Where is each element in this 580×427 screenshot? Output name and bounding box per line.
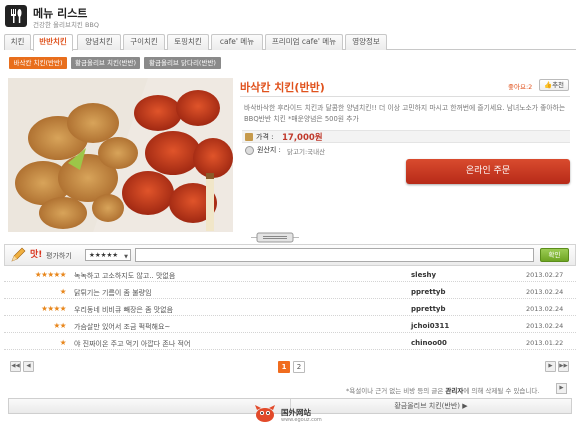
tab-chicken[interactable]: 치킨 [4,34,31,50]
review-input[interactable] [135,248,534,262]
review-date: 2013.02.24 [526,322,564,330]
notice-text-end: 에 의해 삭제될 수 있습니다. [463,387,540,395]
tab-topping[interactable]: 토핑치킨 [167,34,209,50]
tab-cafe[interactable]: cafe' 메뉴 [211,34,263,50]
double-right-arrow-icon[interactable]: ▶▶ [558,361,569,372]
tab-nutrition[interactable]: 영양정보 [345,34,387,50]
origin-value: 닭고기:국내산 [287,148,326,156]
star-rating: ★ [59,338,67,347]
like-count: 좋아요:2 [508,83,533,91]
review-user: pprettyb [411,305,446,313]
pencil-icon [10,247,26,263]
star-rating: ★★★★ [41,304,66,313]
review-text: 야 진짜이온 주고 먹기 아깝다 존나 적어 [74,340,191,348]
divider [240,96,570,97]
review-row: ★★★★ 우리동네 비비큐 빼장은 좀 맛없음 pprettyb 2013.02… [4,302,576,316]
review-row: ★ 야 진짜이온 주고 먹기 아깝다 존나 적어 chinoo00 2013.0… [4,336,576,350]
origin-icon [245,146,254,155]
review-row: ★★★★★ 녹녹하고 고소하지도 않고.. 맛없음 sleshy 2013.02… [4,268,576,282]
watermark-url: www.egouz.com [281,417,322,423]
prev-product-button[interactable] [9,399,291,413]
review-user: jchoi0311 [411,322,450,330]
left-arrow-icon[interactable]: ◀ [23,361,34,372]
resize-handle-icon[interactable] [251,232,299,244]
tab-seasoned[interactable]: 양념치킨 [77,34,121,50]
review-text: 가슴살만 있어서 조금 퍽퍽해요~ [74,323,171,331]
review-row: ★ 닭튀기는 기름이 좀 불량임 pprettyb 2013.02.24 [4,285,576,299]
recommend-label: 추천 [552,81,565,89]
review-date: 2013.02.24 [526,288,564,296]
subtab-golden-olive[interactable]: 황금올리브 치킨(반반) [71,57,140,69]
review-date: 2013.02.24 [526,305,564,313]
price-row: 가격 : 17,000원 [242,130,570,143]
star-rating: ★★★★★ [34,270,67,279]
star-rating: ★★ [53,321,67,330]
pagination: ◀◀ ◀ 1 2 ▶ ▶▶ [4,360,576,374]
subtab-golden-olive-drumstick[interactable]: 황금올리브 닭다리(반반) [144,57,221,69]
tab-grilled[interactable]: 구이치킨 [123,34,165,50]
fork-knife-icon [5,5,27,27]
review-text: 녹녹하고 고소하지도 않고.. 맛없음 [74,272,176,280]
watermark: 国外网站 www.egouz.com [253,404,325,426]
star-rating: ★ [59,287,67,296]
review-date: 2013.01.22 [526,339,564,347]
thumbs-up-icon: 👍 [543,81,553,89]
product-photo [8,78,233,232]
confirm-button[interactable]: 확인 [540,248,569,262]
menu-tabs: 치킨 반반치킨 양념치킨 구이치킨 토핑치킨 cafe' 메뉴 프리미엄 caf… [4,34,576,51]
watermark-logo-icon [255,405,275,422]
double-left-arrow-icon[interactable]: ◀◀ [10,361,21,372]
review-user: chinoo00 [411,339,447,347]
review-text: 우리동네 비비큐 빼장은 좀 맛없음 [74,306,174,314]
review-mat-label: 맛! [30,250,43,260]
origin-label: 원산지 : [257,146,281,154]
right-arrow-icon[interactable]: ▶ [545,361,556,372]
page-subtitle: 건강한 올리브치킨 BBQ [33,21,100,29]
rating-value: ★★★★★ [89,251,119,259]
notice-bold: 관리자 [445,387,464,395]
rating-select[interactable]: ★★★★★ ▼ [85,249,131,261]
product-description: 바삭바삭한 후라이드 치킨과 달콤한 양념치킨!! 더 이상 고민하지 마시고 … [244,104,566,123]
review-label: 평가하기 [46,252,72,260]
page-2[interactable]: 2 [293,361,305,373]
tab-half-half[interactable]: 반반치킨 [33,34,73,51]
origin-row: 원산지 : 닭고기:국내산 [242,144,402,157]
review-form: 맛! 평가하기 ★★★★★ ▼ 확인 [4,244,576,266]
review-notice: *욕설이나 근거 없는 비방 등의 글은 관리자에 의해 삭제될 수 있습니다. [346,385,539,395]
review-row: ★★ 가슴살만 있어서 조금 퍽퍽해요~ jchoi0311 2013.02.2… [4,319,576,333]
online-order-button[interactable]: 온라인 주문 [406,159,570,184]
tab-premium-cafe[interactable]: 프리미엄 cafe' 메뉴 [265,34,343,50]
price-label: 가격 : [256,133,274,141]
page-header: 메뉴 리스트 건강한 올리브치킨 BBQ [0,0,580,32]
next-product-button[interactable]: 황금올리브 치킨(반반) ▶ [291,399,571,413]
recommend-button[interactable]: 👍추천 [539,79,569,91]
right-arrow-icon[interactable]: ▶ [556,383,567,394]
price-icon [245,133,253,141]
page-1[interactable]: 1 [278,361,290,373]
review-text: 닭튀기는 기름이 좀 불량임 [74,289,152,297]
review-user: sleshy [411,271,437,279]
price-value: 17,000원 [282,133,323,143]
review-date: 2013.02.27 [526,271,564,279]
product-name: 바삭칸 치킨(반반) [240,81,325,94]
chevron-down-icon: ▼ [124,254,128,260]
notice-text: *욕설이나 근거 없는 비방 등의 글은 [346,387,446,395]
review-user: pprettyb [411,288,446,296]
subtab-crispy[interactable]: 바삭칸 치킨(반반) [9,57,67,69]
